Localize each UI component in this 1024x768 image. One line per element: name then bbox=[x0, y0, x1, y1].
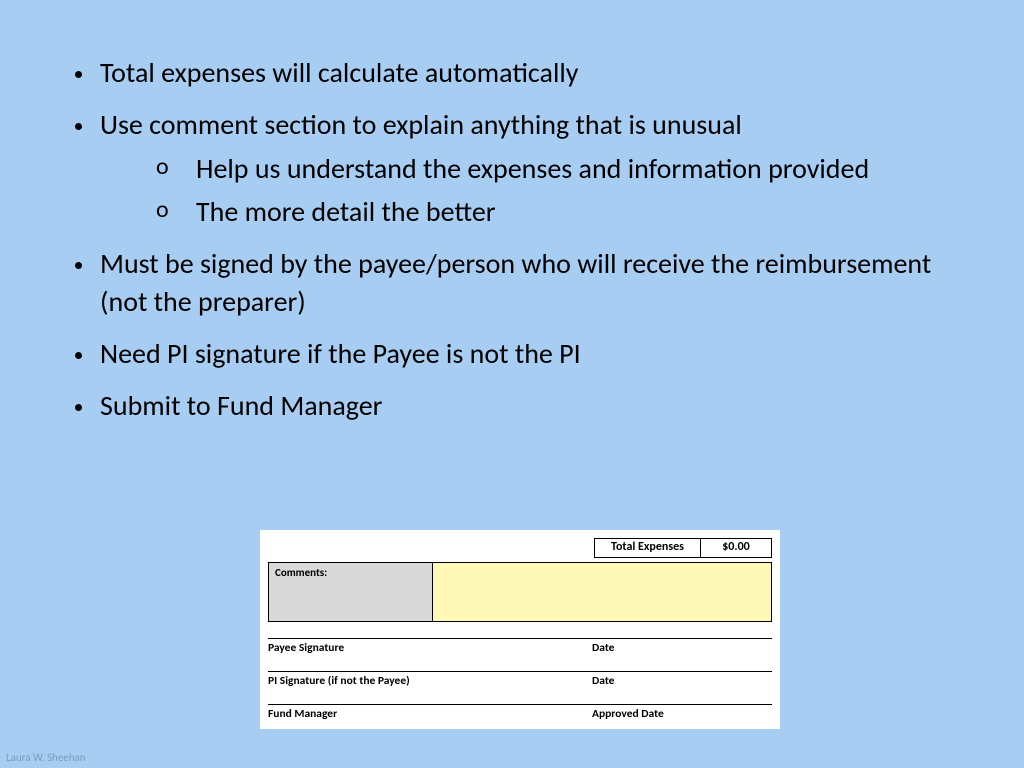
payee-signature-label: Payee Signature bbox=[268, 641, 568, 655]
bullet-content: Total expenses will calculate automatica… bbox=[62, 54, 962, 438]
bullet-item: Submit to Fund Manager bbox=[96, 387, 962, 425]
bullet-text: Must be signed by the payee/person who w… bbox=[100, 246, 931, 319]
slide: Total expenses will calculate automatica… bbox=[0, 0, 1024, 768]
bullet-item: Use comment section to explain anything … bbox=[96, 106, 962, 231]
bullet-text: Need PI signature if the Payee is not th… bbox=[100, 336, 581, 371]
sub-item: Help us understand the expenses and info… bbox=[156, 150, 962, 188]
bullet-list: Total expenses will calculate automatica… bbox=[62, 54, 962, 424]
signature-row: PI Signature (if not the Payee) Date bbox=[268, 672, 772, 688]
sub-text: Help us understand the expenses and info… bbox=[196, 151, 869, 186]
pi-signature-label: PI Signature (if not the Payee) bbox=[268, 674, 568, 688]
bullet-item: Must be signed by the payee/person who w… bbox=[96, 245, 962, 321]
sub-text: The more detail the better bbox=[196, 194, 496, 229]
date-label: Date bbox=[592, 674, 772, 688]
comments-row: Comments: bbox=[268, 562, 772, 622]
fund-manager-label: Fund Manager bbox=[268, 707, 568, 721]
total-expenses-value: $0.00 bbox=[701, 539, 771, 557]
total-expenses-label: Total Expenses bbox=[595, 539, 701, 557]
approved-date-label: Approved Date bbox=[592, 707, 772, 721]
signature-row: Payee Signature Date bbox=[268, 639, 772, 655]
sub-list: Help us understand the expenses and info… bbox=[100, 150, 962, 232]
signature-row: Fund Manager Approved Date bbox=[268, 705, 772, 721]
bullet-item: Total expenses will calculate automatica… bbox=[96, 54, 962, 92]
bullet-item: Need PI signature if the Payee is not th… bbox=[96, 335, 962, 373]
comments-label: Comments: bbox=[269, 563, 433, 621]
total-expenses-box: Total Expenses $0.00 bbox=[594, 538, 772, 558]
footer-credit: Laura W. Sheehan bbox=[6, 751, 86, 764]
bullet-text: Use comment section to explain anything … bbox=[100, 107, 742, 142]
date-label: Date bbox=[592, 641, 772, 655]
signature-block: Payee Signature Date PI Signature (if no… bbox=[268, 638, 772, 721]
sub-item: The more detail the better bbox=[156, 193, 962, 231]
form-snippet-image: Total Expenses $0.00 Comments: Payee Sig… bbox=[260, 530, 780, 729]
bullet-text: Submit to Fund Manager bbox=[100, 388, 382, 423]
bullet-text: Total expenses will calculate automatica… bbox=[100, 55, 578, 90]
total-expenses-row: Total Expenses $0.00 bbox=[268, 538, 772, 558]
comments-field bbox=[433, 563, 771, 621]
